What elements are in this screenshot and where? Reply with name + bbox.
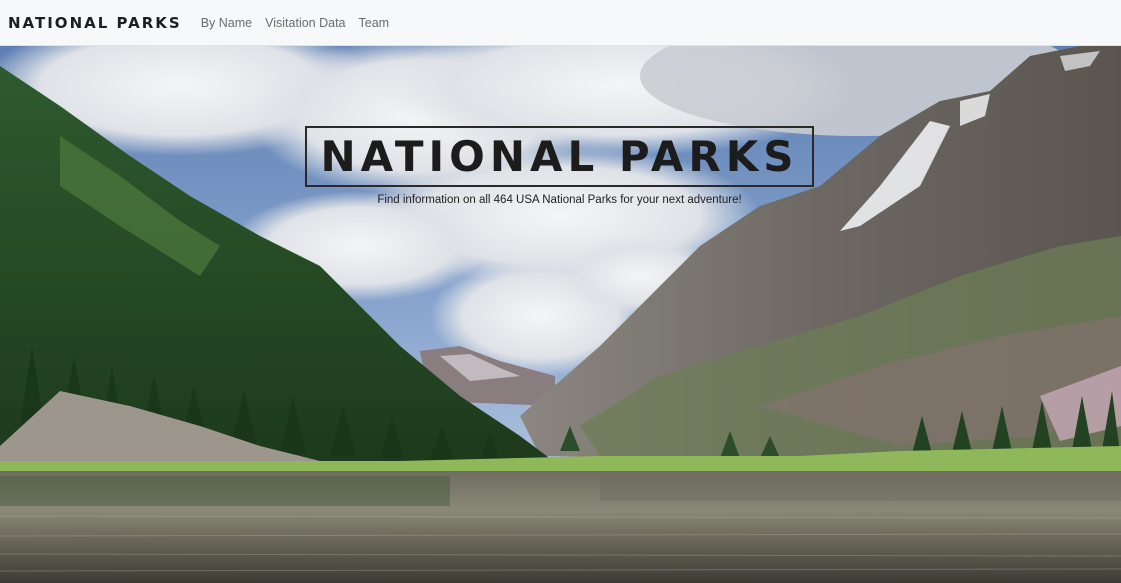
hero-title-frame: National Parks xyxy=(305,126,814,187)
nav-link-visitation-data[interactable]: Visitation Data xyxy=(265,16,345,30)
hero-banner: National Parks Find information on all 4… xyxy=(0,46,1121,583)
navbar: National Parks By Name Visitation Data T… xyxy=(0,0,1121,46)
nav-links: By Name Visitation Data Team xyxy=(201,16,402,30)
hero-title: National Parks xyxy=(320,131,799,181)
brand-logo-link[interactable]: National Parks xyxy=(8,14,182,32)
nav-link-team[interactable]: Team xyxy=(359,16,390,30)
nav-link-by-name[interactable]: By Name xyxy=(201,16,252,30)
hero-subtitle: Find information on all 464 USA National… xyxy=(377,194,742,206)
